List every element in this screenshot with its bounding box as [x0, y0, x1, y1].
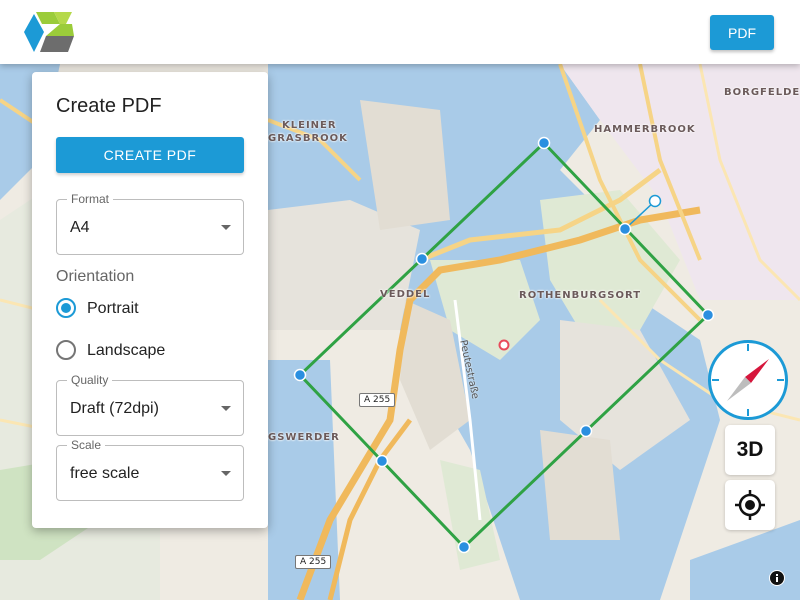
compass-icon[interactable] — [708, 340, 788, 420]
landscape-radio[interactable] — [56, 340, 76, 360]
compass-needle — [712, 344, 784, 416]
locate-button[interactable] — [725, 480, 775, 530]
format-label: Format — [67, 192, 114, 206]
panel-title: Create PDF — [56, 95, 162, 117]
portrait-radio[interactable] — [56, 298, 76, 318]
pdf-button[interactable]: PDF — [710, 15, 774, 50]
place-label: HAMMERBROOK — [594, 124, 696, 135]
road-shield: A 255 — [359, 393, 396, 407]
create-pdf-panel: Create PDF CREATE PDF Format A4 Orientat… — [32, 72, 268, 528]
info-icon[interactable] — [769, 570, 785, 586]
info-glyph — [770, 571, 784, 585]
chevron-down-icon — [221, 471, 231, 476]
orientation-label: Orientation — [56, 268, 135, 285]
landscape-label[interactable]: Landscape — [87, 342, 165, 360]
app-bar: PDF — [0, 0, 800, 64]
quality-select[interactable]: Quality Draft (72dpi) — [56, 373, 244, 436]
scale-value: free scale — [70, 465, 140, 482]
scale-select[interactable]: Scale free scale — [56, 438, 244, 501]
place-label: VEDDEL — [380, 289, 431, 300]
chevron-down-icon — [221, 225, 231, 230]
place-label: BORGFELDE — [724, 87, 800, 98]
quality-value: Draft (72dpi) — [70, 400, 159, 417]
scale-label: Scale — [67, 438, 106, 452]
road-shield: A 255 — [295, 555, 332, 569]
locate-icon — [735, 490, 765, 520]
format-select[interactable]: Format A4 — [56, 192, 244, 255]
format-value: A4 — [70, 219, 90, 236]
place-label: KLEINER — [282, 120, 337, 131]
place-label: GRASBROOK — [268, 133, 348, 144]
quality-label: Quality — [67, 373, 113, 387]
3d-toggle-button[interactable]: 3D — [725, 425, 775, 475]
chevron-down-icon — [221, 406, 231, 411]
app-logo[interactable] — [24, 10, 76, 54]
place-label: ROTHENBURGSORT — [519, 290, 642, 301]
portrait-label[interactable]: Portrait — [87, 300, 139, 318]
place-label: GSWERDER — [268, 432, 340, 443]
create-pdf-button[interactable]: CREATE PDF — [56, 137, 244, 173]
